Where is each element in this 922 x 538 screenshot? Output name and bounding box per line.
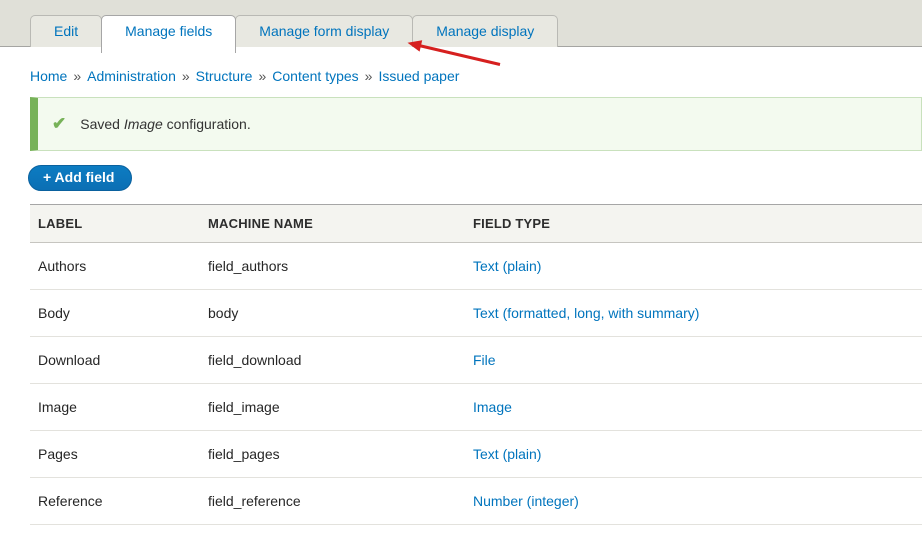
status-message-text: Saved Image configuration.	[80, 116, 251, 132]
field-label: Body	[30, 289, 200, 337]
breadcrumb-separator: »	[181, 68, 190, 84]
column-header-label: Label	[30, 204, 200, 243]
table-row: Download field_download File	[30, 336, 922, 384]
field-type-link[interactable]: Text (plain)	[473, 258, 541, 274]
breadcrumb-separator: »	[364, 68, 373, 84]
field-type-link[interactable]: Text (formatted, long, with summary)	[473, 305, 699, 321]
breadcrumb-link-administration[interactable]: Administration	[87, 68, 176, 84]
breadcrumb-link-structure[interactable]: Structure	[196, 68, 253, 84]
field-label: Reference	[30, 477, 200, 525]
field-machine-name: body	[200, 289, 465, 337]
table-row: Image field_image Image	[30, 383, 922, 431]
breadcrumb-separator: »	[73, 68, 82, 84]
table-row: Pages field_pages Text (plain)	[30, 430, 922, 478]
column-header-field-type: Field type	[465, 204, 922, 243]
breadcrumb-link-home[interactable]: Home	[30, 68, 67, 84]
primary-tab-bar: Edit Manage fields Manage form display M…	[0, 0, 922, 53]
field-machine-name: field_pages	[200, 430, 465, 478]
status-message: ✔ Saved Image configuration.	[30, 97, 922, 151]
field-machine-name: field_image	[200, 383, 465, 431]
tab-manage-display[interactable]: Manage display	[412, 15, 559, 47]
field-label: Pages	[30, 430, 200, 478]
field-type-link[interactable]: Number (integer)	[473, 493, 579, 509]
field-type-link[interactable]: Text (plain)	[473, 446, 541, 462]
checkmark-icon: ✔	[52, 114, 67, 133]
breadcrumb-link-issued-paper[interactable]: Issued paper	[378, 68, 459, 84]
field-machine-name: field_reference	[200, 477, 465, 525]
breadcrumb-separator: »	[258, 68, 267, 84]
breadcrumb: Home » Administration » Structure » Content ty…	[30, 68, 922, 84]
table-header-row: Label Machine name Field type	[30, 204, 922, 243]
fields-table: Label Machine name Field type Authors fi…	[30, 204, 922, 525]
field-type-link[interactable]: Image	[473, 399, 512, 415]
field-type-link[interactable]: File	[473, 352, 496, 368]
table-row: Reference field_reference Number (intege…	[30, 477, 922, 525]
field-label: Download	[30, 336, 200, 384]
breadcrumb-link-content-types[interactable]: Content types	[272, 68, 358, 84]
table-row: Body body Text (formatted, long, with su…	[30, 289, 922, 337]
primary-tabs: Edit Manage fields Manage form display M…	[30, 15, 559, 53]
field-label: Image	[30, 383, 200, 431]
table-row: Authors field_authors Text (plain)	[30, 242, 922, 290]
tab-edit[interactable]: Edit	[30, 15, 103, 47]
status-message-emphasis: Image	[123, 116, 163, 132]
tab-manage-fields[interactable]: Manage fields	[101, 15, 237, 53]
actions-row: + Add field	[28, 165, 922, 191]
add-field-button[interactable]: + Add field	[28, 165, 133, 191]
field-label: Authors	[30, 242, 200, 290]
field-machine-name: field_download	[200, 336, 465, 384]
column-header-machine-name: Machine name	[200, 204, 465, 243]
tab-manage-form-display[interactable]: Manage form display	[235, 15, 414, 47]
field-machine-name: field_authors	[200, 242, 465, 290]
